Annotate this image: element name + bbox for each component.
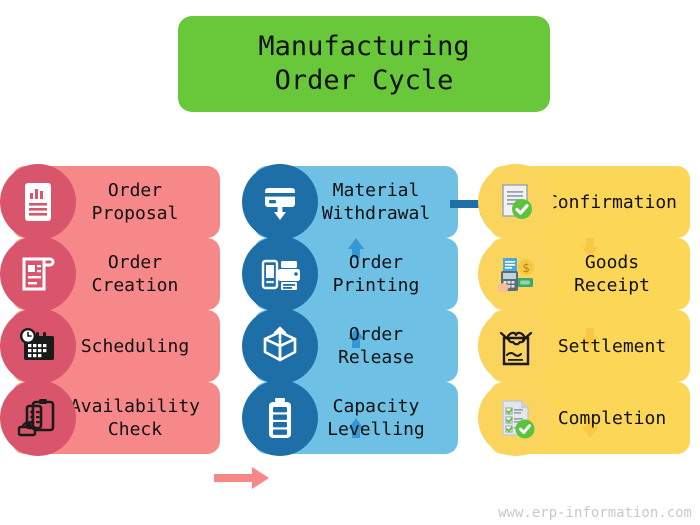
document-scroll-icon bbox=[0, 236, 76, 312]
flow-column-middle: Material Withdrawal Order Printing Order… bbox=[242, 164, 458, 456]
card-download-icon bbox=[242, 164, 318, 240]
flow-node-scheduling[interactable]: Scheduling bbox=[0, 308, 220, 384]
document-chart-icon bbox=[0, 164, 76, 240]
document-check-icon bbox=[478, 164, 554, 240]
checklist-done-icon bbox=[478, 380, 554, 456]
svg-text:$: $ bbox=[522, 261, 529, 275]
flow-node-capacity-levelling[interactable]: Capacity Levelling bbox=[242, 380, 458, 456]
calendar-clock-icon bbox=[0, 308, 76, 384]
flow-node-settlement[interactable]: Settlement bbox=[478, 308, 690, 384]
handshake-contract-icon bbox=[478, 308, 554, 384]
page-title-line-2: Order Cycle bbox=[274, 65, 454, 96]
flow-column-left: Order Proposal Order Creation Scheduling… bbox=[0, 164, 220, 456]
flow-node-material-withdrawal[interactable]: Material Withdrawal bbox=[242, 164, 458, 240]
printer-mobile-icon bbox=[242, 236, 318, 312]
open-box-arrow-icon bbox=[242, 308, 318, 384]
flow-node-completion[interactable]: Completion bbox=[478, 380, 690, 456]
flow-column-right: Confirmation $ Goods Receipt Settlement … bbox=[478, 164, 690, 456]
connector-availability-to-capacity bbox=[214, 466, 270, 494]
flow-node-availability-check[interactable]: Availability Check bbox=[0, 380, 220, 456]
clipboard-inventory-icon bbox=[0, 380, 76, 456]
site-watermark: www.erp-information.com bbox=[498, 505, 692, 521]
battery-level-icon bbox=[242, 380, 318, 456]
page-title-line-1: Manufacturing bbox=[258, 31, 470, 62]
payment-terminal-icon: $ bbox=[478, 236, 554, 312]
flow-node-order-proposal[interactable]: Order Proposal bbox=[0, 164, 220, 240]
flow-node-order-release[interactable]: Order Release bbox=[242, 308, 458, 384]
page-title-banner: Manufacturing Order Cycle bbox=[178, 16, 550, 112]
flow-node-confirmation[interactable]: Confirmation bbox=[478, 164, 690, 240]
